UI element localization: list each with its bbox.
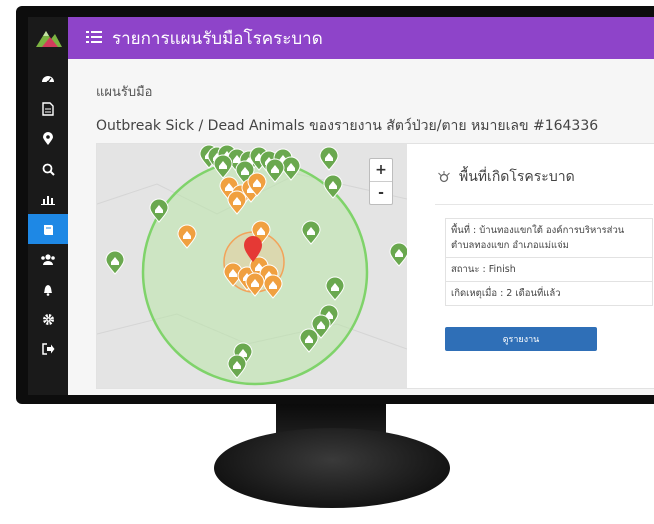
panel-title-text: พื้นที่เกิดโรคระบาด [459, 169, 575, 185]
main-content: แผนรับมือ Outbreak Sick / Dead Animals ข… [68, 59, 654, 395]
zoom-in-button[interactable]: + [370, 159, 392, 181]
bell-icon [44, 284, 52, 296]
nav-notifications[interactable] [28, 274, 68, 304]
nav-users[interactable] [28, 244, 68, 274]
nav-response-plans[interactable] [28, 214, 68, 244]
list-icon[interactable] [86, 29, 102, 48]
page-subtitle: Outbreak Sick / Dead Animals ของรายงาน ส… [96, 118, 599, 134]
map-canvas[interactable] [97, 144, 407, 388]
outbreak-card: + - พื้นที่เกิดโรคระบาด พื้นที่ : บ้านทอ… [96, 143, 654, 389]
users-icon [41, 254, 55, 265]
view-report-button[interactable]: ดูรายงาน [445, 327, 597, 351]
document-icon [42, 102, 54, 116]
book-icon [43, 224, 53, 235]
nav-search[interactable] [28, 154, 68, 184]
nav-sign-out[interactable] [28, 334, 68, 364]
page-header-title: รายการแผนรับมือโรคระบาด [112, 28, 323, 49]
monitor-stand-base [214, 428, 450, 508]
breadcrumb[interactable]: แผนรับมือ [96, 81, 153, 102]
outbreak-map[interactable]: + - [97, 144, 407, 388]
zoom-out-button[interactable]: - [370, 181, 392, 204]
bar-chart-icon [41, 196, 55, 205]
info-row-status: สถานะ : Finish [446, 257, 652, 281]
nav-dashboard[interactable] [28, 64, 68, 94]
map-marker-icon [43, 132, 53, 145]
nav-statistics[interactable] [28, 184, 68, 214]
map-zoom-control: + - [369, 158, 393, 205]
top-bar: รายการแผนรับมือโรคระบาด [68, 17, 654, 59]
gear-icon [42, 313, 54, 325]
app-logo[interactable] [28, 17, 68, 59]
info-row-occurred: เกิดเหตุเมื่อ : 2 เดือนที่แล้ว [446, 281, 652, 305]
search-icon [42, 163, 55, 176]
divider [435, 204, 653, 205]
info-row-location: พื้นที่ : บ้านทองแขกใต้ องค์การบริหารส่ว… [451, 225, 625, 251]
sidebar [28, 17, 68, 395]
outbreak-info-panel: พื้นที่เกิดโรคระบาด พื้นที่ : บ้านทองแขก… [407, 144, 654, 388]
panel-title: พื้นที่เกิดโรคระบาด [437, 166, 575, 188]
dashboard-icon [42, 76, 54, 84]
mountain-logo-icon [36, 31, 62, 47]
nav-settings[interactable] [28, 304, 68, 334]
virus-icon [438, 171, 450, 183]
nav-location[interactable] [28, 124, 68, 154]
monitor-screen: รายการแผนรับมือโรคระบาด แผนรับมือ Outbre… [28, 17, 654, 395]
outbreak-info-table: พื้นที่ : บ้านทองแขกใต้ องค์การบริหารส่ว… [445, 218, 653, 306]
nav-documents[interactable] [28, 94, 68, 124]
sign-out-icon [41, 343, 54, 355]
